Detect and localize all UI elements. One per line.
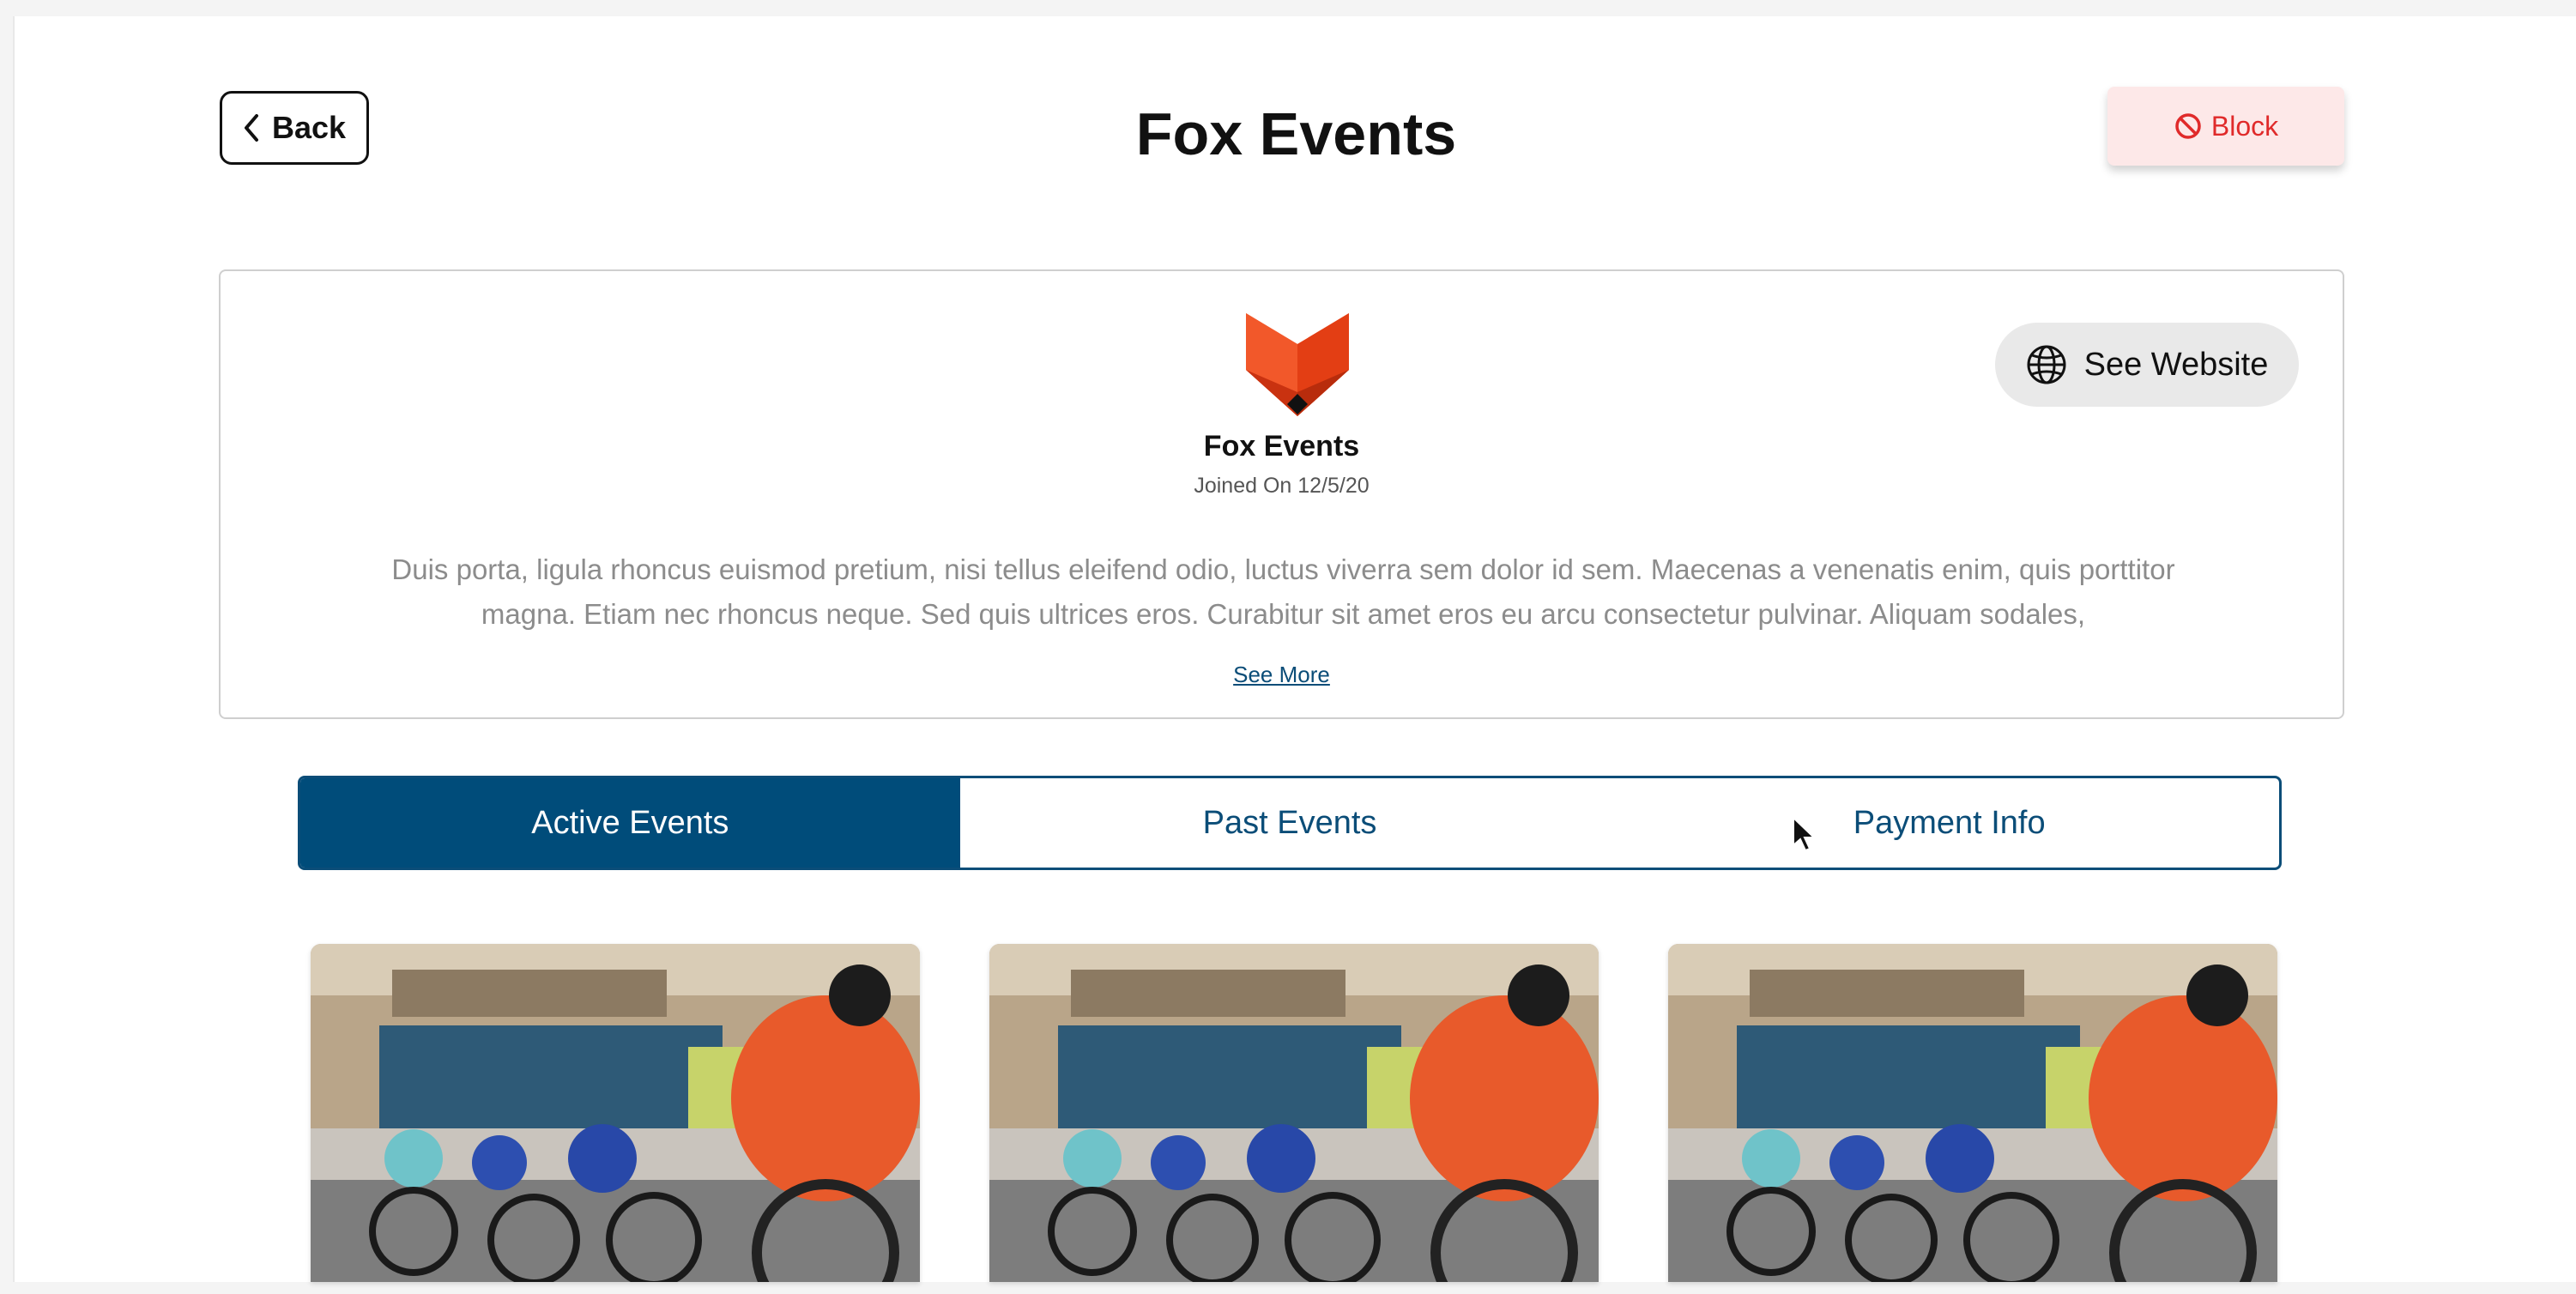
event-photo xyxy=(989,944,1599,1282)
organizer-description: Duis porta, ligula rhoncus euismod preti… xyxy=(391,553,2175,630)
event-photo xyxy=(1668,944,2277,1282)
globe-icon xyxy=(2027,345,2066,384)
tab-payment-info[interactable]: Payment Info xyxy=(1619,778,2279,868)
event-card[interactable] xyxy=(989,944,1599,1282)
joined-date: Joined On 12/5/20 xyxy=(1194,474,1370,498)
event-card[interactable] xyxy=(311,944,920,1282)
app-frame: Back Fox Events Block Fox Events Joined … xyxy=(13,16,2576,1282)
event-tabs: Active Events Past Events Payment Info xyxy=(298,776,2282,870)
tab-past-events[interactable]: Past Events xyxy=(960,778,1620,868)
event-photo xyxy=(311,944,920,1282)
see-website-button[interactable]: See Website xyxy=(1995,323,2299,407)
mouse-cursor-icon xyxy=(1793,816,1816,852)
block-button[interactable]: Block xyxy=(2107,87,2344,166)
fox-logo xyxy=(1246,313,1349,416)
tab-active-events[interactable]: Active Events xyxy=(300,778,960,868)
page-header: Back Fox Events Block xyxy=(15,16,2576,239)
see-more-link[interactable]: See More xyxy=(221,662,2343,688)
see-website-label: See Website xyxy=(2083,346,2269,383)
event-card[interactable] xyxy=(1668,944,2277,1282)
organizer-profile-card: Fox Events Joined On 12/5/20 Duis porta,… xyxy=(219,269,2344,719)
organizer-name: Fox Events xyxy=(1203,430,1360,463)
block-button-label: Block xyxy=(2210,110,2279,142)
block-icon xyxy=(2175,113,2201,139)
